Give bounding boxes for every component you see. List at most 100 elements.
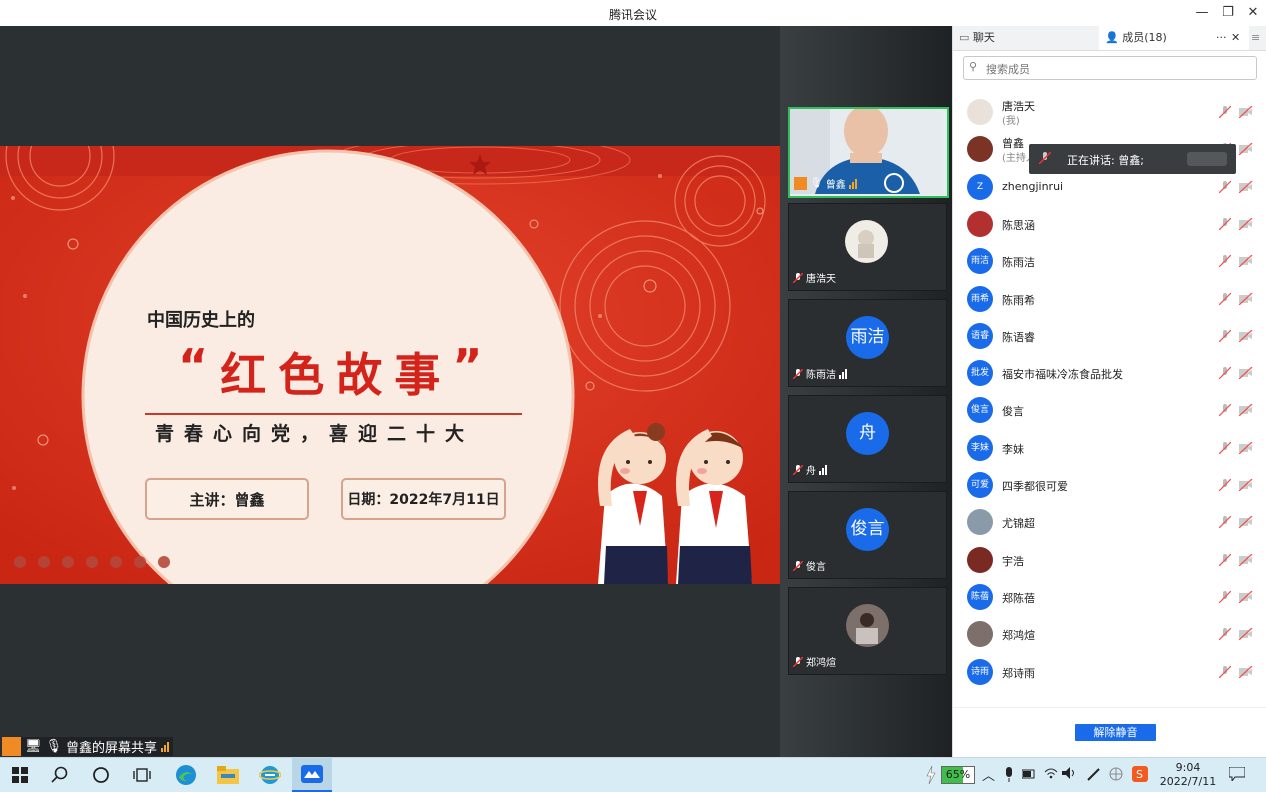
member-row[interactable]: 宇浩 (967, 542, 1259, 578)
volume-icon[interactable] (1062, 767, 1076, 782)
host-icon (794, 177, 807, 190)
member-name: 宇浩 (1002, 554, 1024, 568)
avatar-initials: 雨洁 (846, 316, 889, 359)
camera-off-icon[interactable] (1238, 441, 1253, 457)
tencent-meeting-app[interactable] (292, 758, 332, 792)
camera-off-icon[interactable] (1238, 105, 1253, 121)
mic-muted-icon[interactable] (1218, 180, 1232, 196)
mic-muted-icon[interactable] (1218, 329, 1232, 345)
member-row[interactable]: 李妹 李妹 (967, 430, 1259, 466)
video-tile-zhou[interactable]: 舟 舟 (788, 395, 947, 483)
member-row[interactable]: 郑鸿煊 (967, 616, 1259, 652)
search-taskbar-button[interactable] (40, 758, 80, 792)
camera-off-icon[interactable] (1238, 590, 1253, 606)
camera-off-icon[interactable] (1238, 180, 1253, 196)
signal-icon (839, 368, 847, 379)
camera-off-icon[interactable] (1238, 217, 1253, 233)
menu-icon[interactable]: ≡ (1251, 26, 1260, 50)
close-panel-icon[interactable]: ✕ (1231, 26, 1240, 50)
mic-muted-icon[interactable] (1218, 553, 1232, 569)
member-name: 四季都很可爱 (1002, 480, 1068, 493)
video-tile-tanghaotian[interactable]: 唐浩天 (788, 203, 947, 291)
mic-muted-icon[interactable] (1218, 590, 1232, 606)
microphone-tray-icon[interactable] (1004, 767, 1014, 786)
camera-off-icon[interactable] (1238, 665, 1253, 681)
video-tile-junyan[interactable]: 俊言 俊言 (788, 491, 947, 579)
ie-app[interactable] (250, 758, 290, 792)
mic-muted-icon[interactable] (1218, 627, 1232, 643)
cortana-icon (93, 767, 109, 783)
show-hidden-icons-button[interactable]: ︿ (982, 765, 995, 784)
camera-off-icon[interactable] (1238, 478, 1253, 494)
member-name: 郑诗雨 (1002, 666, 1035, 680)
mic-muted-icon[interactable] (1218, 366, 1232, 382)
start-button[interactable] (0, 758, 40, 792)
mic-muted-icon[interactable] (1218, 254, 1232, 270)
title-bar: 腾讯会议 — ❐ ✕ (0, 0, 1266, 27)
more-icon[interactable]: ··· (1216, 26, 1227, 50)
mic-muted-icon[interactable] (1218, 665, 1232, 681)
mic-muted-icon (792, 463, 804, 476)
file-explorer-app[interactable] (208, 758, 248, 792)
member-row[interactable]: 可爱 四季都很可爱 (967, 467, 1259, 503)
minimize-button[interactable]: — (1191, 3, 1213, 23)
camera-off-icon[interactable] (1238, 627, 1253, 643)
member-avatar-initials: 俊言 (967, 397, 993, 424)
mic-muted-icon[interactable] (1218, 217, 1232, 233)
video-tile-camera[interactable]: 🎙 曾鑫 (788, 107, 949, 198)
member-name: 陈雨洁 (1002, 256, 1035, 270)
member-row[interactable]: 陈思涵 (967, 206, 1259, 242)
mic-muted-icon[interactable] (1218, 478, 1232, 494)
battery-indicator[interactable]: 65% (941, 766, 975, 784)
notifications-button[interactable] (1228, 766, 1246, 784)
member-search[interactable]: ⚲ (963, 56, 1257, 80)
camera-off-icon[interactable] (1238, 329, 1253, 345)
video-tile-zhenghongxuan[interactable]: 郑鸿煊 (788, 587, 947, 675)
camera-off-icon[interactable] (1238, 142, 1253, 158)
wifi-icon[interactable] (1044, 767, 1058, 782)
video-tile-name: 郑鸿煊 (806, 658, 836, 669)
mic-muted-icon[interactable] (1218, 515, 1232, 531)
edge-app[interactable] (166, 758, 206, 792)
member-search-input[interactable] (984, 60, 1248, 78)
camera-off-icon[interactable] (1238, 292, 1253, 308)
tab-members[interactable]: 👤 成员(18) ··· ✕ (1099, 26, 1249, 50)
camera-off-icon[interactable] (1238, 403, 1253, 419)
member-row[interactable]: 诗雨 郑诗雨 (967, 654, 1259, 690)
member-avatar-initials: 诗雨 (967, 658, 993, 685)
mic-muted-icon (792, 655, 804, 668)
video-tile-label: 舟 (792, 462, 827, 477)
member-row[interactable]: 批发 福安市福味冷冻食品批发 (967, 355, 1259, 391)
member-row[interactable]: 陈蓓 郑陈蓓 (967, 579, 1259, 615)
restore-button[interactable]: ❐ (1217, 3, 1239, 23)
close-button[interactable]: ✕ (1242, 3, 1264, 23)
video-tile-name: 陈雨洁 (806, 370, 836, 381)
input-method-icon[interactable] (1109, 767, 1123, 784)
mic-muted-icon[interactable] (1218, 292, 1232, 308)
cortana-button[interactable] (81, 758, 121, 792)
video-tile-name: 舟 (806, 466, 816, 477)
camera-off-icon[interactable] (1238, 515, 1253, 531)
mic-muted-icon[interactable] (1218, 403, 1232, 419)
member-row[interactable]: 俊言 俊言 (967, 392, 1259, 428)
pen-icon[interactable] (1087, 767, 1101, 784)
tab-chat[interactable]: ▭ 聊天 (959, 26, 1099, 50)
member-row[interactable]: 唐浩天 (我) (967, 94, 1259, 130)
member-row[interactable]: 雨希 陈雨希 (967, 281, 1259, 317)
camera-off-icon[interactable] (1238, 553, 1253, 569)
unmute-all-button[interactable]: 解除静音 (1075, 724, 1156, 741)
member-row[interactable]: 雨洁 陈雨洁 (967, 243, 1259, 279)
member-row[interactable]: 语睿 陈语睿 (967, 318, 1259, 354)
video-tile-chenyujie[interactable]: 雨洁 陈雨洁 (788, 299, 947, 387)
member-row[interactable]: 尤锦超 (967, 504, 1259, 540)
sogou-ime-icon[interactable]: S (1132, 766, 1148, 785)
mic-muted-icon[interactable] (1218, 105, 1232, 121)
battery-tray-icon[interactable] (1021, 768, 1036, 783)
mic-muted-icon[interactable] (1218, 441, 1232, 457)
signal-icon (819, 464, 827, 475)
task-view-button[interactable] (122, 758, 162, 792)
video-tile-label: 俊言 (792, 558, 826, 573)
camera-off-icon[interactable] (1238, 366, 1253, 382)
clock[interactable]: 9:04 2022/7/11 (1158, 761, 1218, 789)
camera-off-icon[interactable] (1238, 254, 1253, 270)
